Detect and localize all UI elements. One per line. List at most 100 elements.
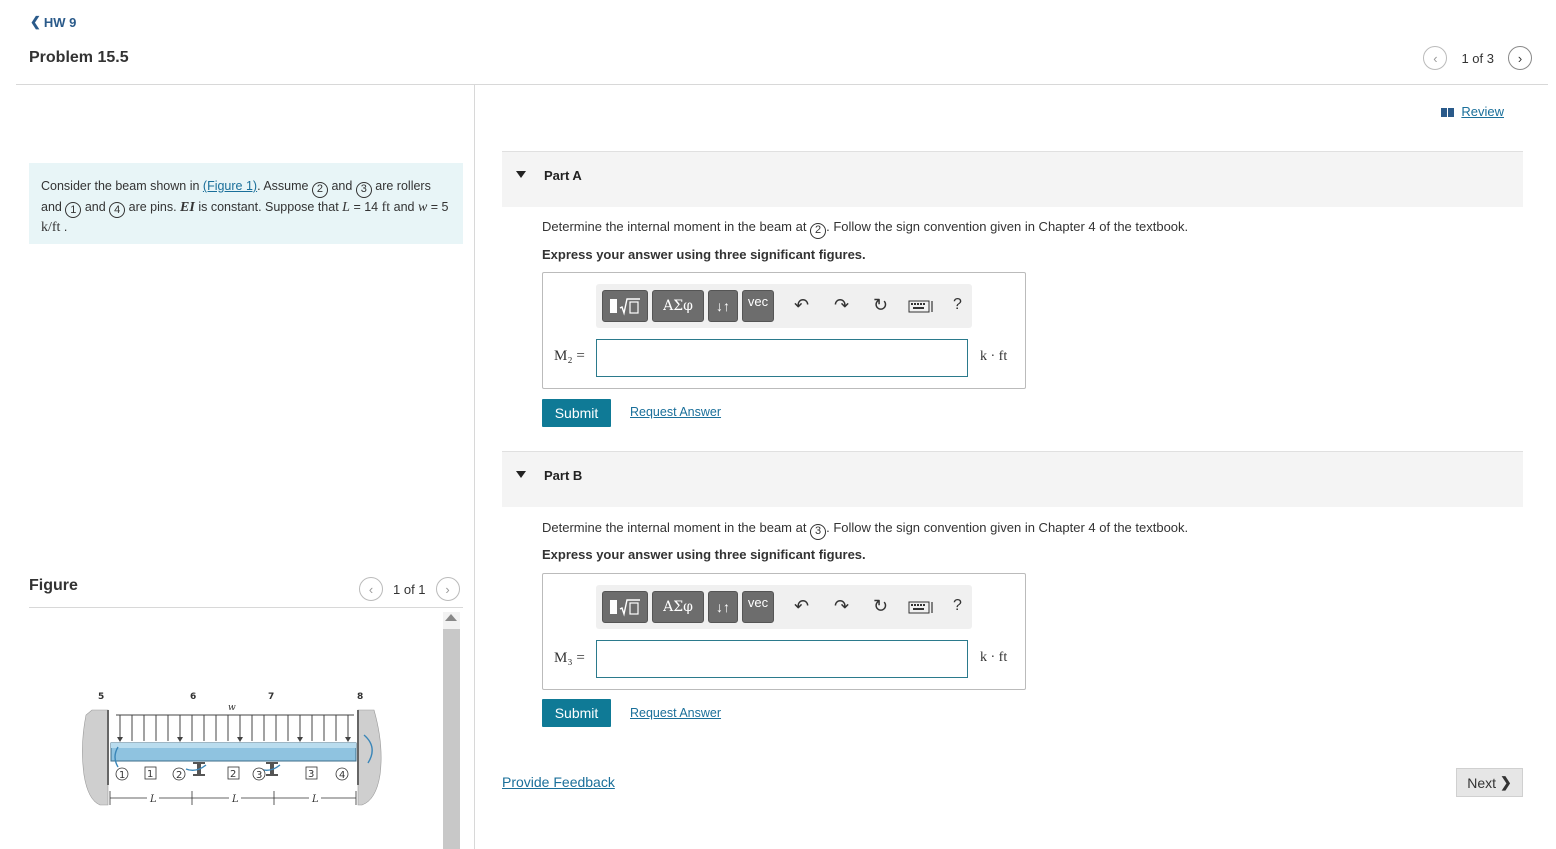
part-b-unit: k · ft [980, 650, 1008, 665]
chevron-left-icon: ❮ [30, 14, 41, 29]
keyboard-icon[interactable] [908, 598, 936, 619]
next-label: Next [1467, 774, 1497, 791]
load-arrows [119, 715, 349, 741]
review-link[interactable]: Review [1441, 104, 1504, 119]
figure-divider [29, 607, 463, 608]
problem-text: and [81, 199, 110, 214]
vec-button[interactable]: vec [742, 290, 774, 322]
prev-problem-button[interactable]: ‹ [1423, 46, 1448, 70]
header-divider [16, 84, 1548, 85]
greek-button[interactable]: ΑΣφ [652, 290, 704, 322]
segment-label: 3 [308, 769, 314, 780]
part-b-title: Part B [544, 468, 583, 483]
part-b-instruction: Express your answer using three signific… [542, 547, 866, 562]
back-link[interactable]: ❮ HW 9 [30, 14, 76, 30]
next-problem-button[interactable]: › [1508, 46, 1532, 70]
part-a-variable-label: M₂ = [554, 348, 585, 364]
undo-icon[interactable]: ↶ [794, 596, 809, 617]
prev-figure-button[interactable]: ‹ [359, 577, 383, 601]
problem-text: and [390, 199, 418, 214]
point-marker: 4 [109, 202, 126, 218]
vec-button[interactable]: vec [742, 591, 774, 623]
figure-title: Figure [29, 577, 78, 594]
part-a-answer-input[interactable] [596, 339, 968, 377]
template-radical-icon [610, 298, 640, 316]
arrows-button[interactable]: ↓↑ [708, 591, 738, 623]
figure-scroll-thumb[interactable] [443, 629, 460, 849]
point-marker: 3 [355, 181, 372, 198]
problem-text: . Assume [257, 179, 312, 193]
help-button[interactable]: ? [953, 597, 962, 615]
figure-pager-text: 1 of 1 [393, 581, 426, 597]
fig-label-top: 6 [190, 692, 196, 702]
fig-load-label: w [228, 703, 236, 713]
question-text: Determine the internal moment in the bea… [542, 520, 811, 535]
next-button[interactable]: Next ❯ [1456, 768, 1523, 797]
problem-title: Problem 15.5 [29, 49, 129, 66]
math-symbol: EI [180, 199, 195, 215]
fig-label-top: 7 [268, 692, 274, 702]
problem-text: is constant. Suppose that [194, 199, 343, 214]
part-b-answer-box: ΑΣφ ↓↑ vec ↶ ↷ ↻ ? M₃ = k · ft [542, 573, 1026, 690]
segment-label: 1 [147, 769, 153, 780]
book-icon [1441, 107, 1455, 117]
beam-highlight [111, 743, 356, 748]
collapse-triangle-icon[interactable] [516, 471, 526, 478]
part-a-question: Determine the internal moment in the bea… [542, 219, 1188, 239]
collapse-triangle-icon[interactable] [516, 171, 526, 178]
arrows-button[interactable]: ↓↑ [708, 290, 738, 322]
figure-link[interactable]: (Figure 1) [203, 179, 257, 193]
question-text: Determine the internal moment in the bea… [542, 219, 811, 234]
problem-pager: ‹ 1 of 3 › [1423, 46, 1532, 70]
left-wall [82, 709, 109, 806]
part-b-question: Determine the internal moment in the bea… [542, 520, 1188, 540]
problem-pager-text: 1 of 3 [1461, 50, 1494, 66]
undo-icon[interactable]: ↶ [794, 295, 809, 316]
reset-icon[interactable]: ↻ [873, 295, 888, 316]
math-unit: ft [381, 199, 391, 215]
part-b-variable-label: M₃ = [554, 650, 585, 666]
beam-figure: 5 6 7 8 w 1 2 3 4 1 2 3 L L L [82, 692, 382, 806]
review-label: Review [1461, 104, 1504, 119]
problem-text: Consider the beam shown in [41, 179, 203, 193]
part-b-answer-input[interactable] [596, 640, 968, 678]
keyboard-icon[interactable] [908, 297, 936, 318]
part-a-answer-box: ΑΣφ ↓↑ vec ↶ ↷ ↻ ? M₂ = k · ft [542, 272, 1026, 389]
help-button[interactable]: ? [953, 296, 962, 314]
problem-text: = 5 [427, 199, 449, 214]
templates-button[interactable] [602, 591, 648, 623]
redo-icon[interactable]: ↷ [834, 295, 849, 316]
problem-text: . [60, 220, 68, 234]
part-a-unit: k · ft [980, 349, 1008, 364]
next-figure-button[interactable]: › [435, 577, 460, 601]
span-label: L [231, 794, 239, 805]
support-label: 1 [119, 770, 125, 781]
support-label: 2 [176, 770, 182, 781]
provide-feedback-link[interactable]: Provide Feedback [502, 774, 615, 790]
part-a-submit-button[interactable]: Submit [542, 399, 611, 427]
reset-icon[interactable]: ↻ [873, 596, 888, 617]
math-symbol: L [342, 199, 350, 215]
point-marker: 2 [311, 181, 328, 198]
point-marker: 2 [810, 222, 827, 239]
redo-icon[interactable]: ↷ [834, 596, 849, 617]
problem-statement: Consider the beam shown in (Figure 1). A… [29, 163, 463, 244]
math-symbol: w [417, 199, 428, 215]
part-a-title: Part A [544, 168, 582, 183]
part-a-request-answer-link[interactable]: Request Answer [630, 405, 721, 419]
right-wall [357, 709, 382, 806]
part-b-header[interactable]: Part B [502, 451, 1523, 507]
greek-button[interactable]: ΑΣφ [652, 591, 704, 623]
part-b-submit-button[interactable]: Submit [542, 699, 611, 727]
point-marker: 3 [810, 523, 827, 540]
problem-text: and [327, 179, 356, 193]
part-a-header[interactable]: Part A [502, 151, 1523, 207]
part-b-request-answer-link[interactable]: Request Answer [630, 706, 721, 720]
part-a-instruction: Express your answer using three signific… [542, 247, 866, 262]
fig-label-top: 8 [357, 692, 363, 702]
segment-markers: 1 2 3 [144, 766, 318, 780]
point-marker: 1 [65, 202, 82, 218]
scroll-up-arrow-icon[interactable] [445, 614, 457, 621]
templates-button[interactable] [602, 290, 648, 322]
problem-text: = 14 [349, 199, 382, 214]
